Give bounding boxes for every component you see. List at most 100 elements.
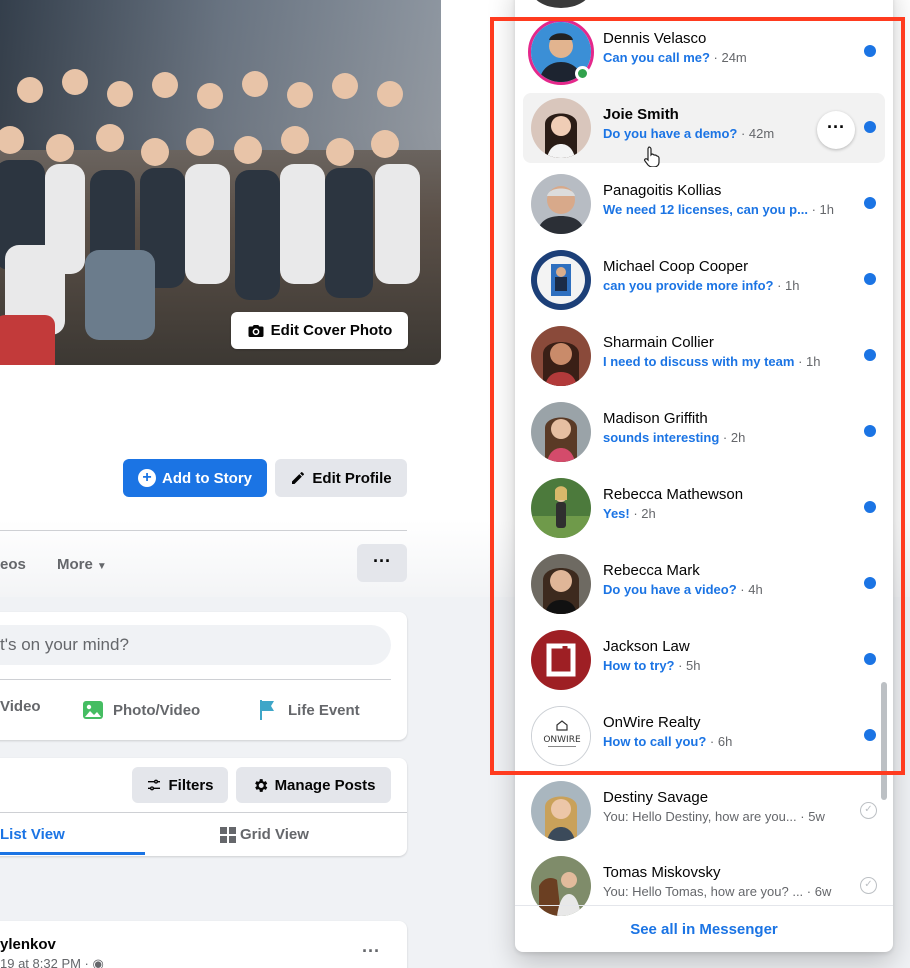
- post-meta: 19 at 8:32 PM · ◉: [0, 956, 104, 968]
- list-view-tab[interactable]: List View: [0, 826, 65, 843]
- message-time: · 1h: [807, 202, 834, 217]
- camera-icon: [248, 324, 264, 337]
- unread-dot: [864, 349, 876, 361]
- avatar: [531, 781, 591, 841]
- life-event-label: Life Event: [288, 701, 360, 719]
- message-time: · 2h: [719, 430, 746, 445]
- photo-video-label: Photo/Video: [113, 701, 201, 719]
- conversation-options-button[interactable]: ···: [817, 111, 855, 149]
- message-text: Can you call me?: [603, 50, 710, 65]
- contact-name: Dennis Velasco: [603, 30, 707, 47]
- unread-dot: [864, 273, 876, 285]
- unread-dot: [864, 577, 876, 589]
- unread-dot: [864, 45, 876, 57]
- message-preview: Can you call me? · 24m: [603, 50, 865, 65]
- read-check-icon: ✓: [860, 877, 877, 894]
- profile-more-options-button[interactable]: ···: [357, 544, 407, 582]
- message-preview: How to try? · 5h: [603, 658, 865, 673]
- message-text: You: Hello Tomas, how are you? ...: [603, 884, 804, 899]
- contact-name: OnWire Realty: [603, 714, 701, 731]
- unread-dot: [864, 197, 876, 209]
- post-more-button[interactable]: ···: [362, 941, 380, 962]
- avatar: [531, 856, 591, 916]
- unread-dot: [864, 501, 876, 513]
- message-text: can you provide more info?: [603, 278, 774, 293]
- conversation-item[interactable]: ONWIRE OnWire Realty How to call you? · …: [523, 701, 885, 771]
- add-to-story-button[interactable]: + Add to Story: [123, 459, 267, 497]
- message-preview: You: Hello Destiny, how are you... · 5w: [603, 809, 865, 824]
- edit-cover-photo-button[interactable]: Edit Cover Photo: [231, 312, 408, 349]
- avatar-partial: [531, 0, 591, 8]
- contact-name: Joie Smith: [603, 106, 679, 123]
- message-text: How to call you?: [603, 734, 707, 749]
- see-all-divider: [515, 905, 893, 906]
- manage-posts-button[interactable]: Manage Posts: [236, 767, 391, 803]
- message-preview: How to call you? · 6h: [603, 734, 865, 749]
- life-event-button[interactable]: Life Event: [256, 698, 360, 722]
- tab-more[interactable]: More ▼: [57, 556, 107, 573]
- tab-videos[interactable]: eos: [0, 556, 26, 573]
- scrollbar-thumb[interactable]: [881, 682, 887, 800]
- filters-button[interactable]: Filters: [132, 767, 228, 803]
- post-composer: t's on your mind? Video Photo/Video Life…: [0, 612, 407, 740]
- grid-view-label: Grid View: [240, 826, 309, 843]
- unread-dot: [864, 653, 876, 665]
- list-view-underline: [0, 852, 145, 855]
- unread-dot: [864, 121, 876, 133]
- onwire-logo: ONWIRE: [532, 707, 590, 765]
- conversation-item[interactable]: Tomas Miskovsky You: Hello Tomas, how ar…: [523, 851, 885, 921]
- avatar: [531, 630, 591, 690]
- read-check-icon: ✓: [860, 802, 877, 819]
- contact-name: Jackson Law: [603, 638, 690, 655]
- photo-icon: [83, 701, 103, 719]
- message-preview: sounds interesting · 2h: [603, 430, 865, 445]
- live-video-label: Video: [0, 698, 41, 715]
- hand-cursor-icon: [644, 146, 660, 167]
- message-text: sounds interesting: [603, 430, 720, 445]
- message-text: How to try?: [603, 658, 675, 673]
- unread-dot: [864, 425, 876, 437]
- conversation-item[interactable]: Destiny Savage You: Hello Destiny, how a…: [523, 776, 885, 846]
- message-text: We need 12 licenses, can you p...: [603, 202, 808, 217]
- conversation-item[interactable]: Dennis Velasco Can you call me? · 24m: [523, 17, 885, 87]
- conversation-item[interactable]: Panagoitis Kollias We need 12 licenses, …: [523, 169, 885, 239]
- conversation-item[interactable]: Rebecca Mark Do you have a video? · 4h: [523, 549, 885, 619]
- message-preview: We need 12 licenses, can you p... · 1h: [603, 202, 865, 217]
- filters-label: Filters: [168, 776, 214, 794]
- conversation-item[interactable]: Jackson Law How to try? · 5h: [523, 625, 885, 695]
- message-time: · 6h: [706, 734, 733, 749]
- conversation-item[interactable]: Michael Coop Cooper can you provide more…: [523, 245, 885, 315]
- avatar: [531, 174, 591, 234]
- message-time: · 1h: [794, 354, 821, 369]
- post-timestamp[interactable]: 19 at 8:32 PM ·: [0, 956, 89, 968]
- live-video-button[interactable]: Video: [0, 698, 41, 715]
- whats-on-your-mind-input[interactable]: t's on your mind?: [0, 625, 391, 665]
- conversation-item[interactable]: Madison Griffith sounds interesting · 2h: [523, 397, 885, 467]
- message-preview: Do you have a video? · 4h: [603, 582, 865, 597]
- photo-video-button[interactable]: Photo/Video: [81, 698, 200, 722]
- conversation-item[interactable]: Joie Smith Do you have a demo? · 42m ···: [523, 93, 885, 167]
- message-preview: I need to discuss with my team · 1h: [603, 354, 865, 369]
- sliders-icon: [148, 779, 161, 791]
- avatar: [531, 326, 591, 386]
- tab-more-label: More: [57, 556, 93, 573]
- conversation-item[interactable]: Rebecca Mathewson Yes! · 2h: [523, 473, 885, 543]
- post-author[interactable]: ylenkov: [0, 936, 56, 953]
- profile-divider: [0, 530, 407, 531]
- messenger-dropdown: Dennis Velasco Can you call me? · 24m Jo…: [515, 0, 893, 952]
- message-time: · 1h: [773, 278, 800, 293]
- conversation-item[interactable]: Sharmain Collier I need to discuss with …: [523, 321, 885, 391]
- edit-cover-photo-label: Edit Cover Photo: [270, 322, 393, 339]
- plus-icon: +: [138, 469, 156, 487]
- edit-profile-button[interactable]: Edit Profile: [275, 459, 407, 497]
- pencil-icon: [292, 471, 305, 484]
- contact-name: Rebecca Mathewson: [603, 486, 744, 503]
- grid-view-tab[interactable]: Grid View: [220, 826, 309, 843]
- see-all-in-messenger-link[interactable]: See all in Messenger: [515, 921, 893, 938]
- message-time: · 6w: [803, 884, 832, 899]
- avatar: [531, 250, 591, 310]
- flag-icon: [260, 700, 274, 720]
- message-time: · 5w: [796, 809, 825, 824]
- avatar: [531, 478, 591, 538]
- caret-down-icon: ▼: [96, 561, 107, 572]
